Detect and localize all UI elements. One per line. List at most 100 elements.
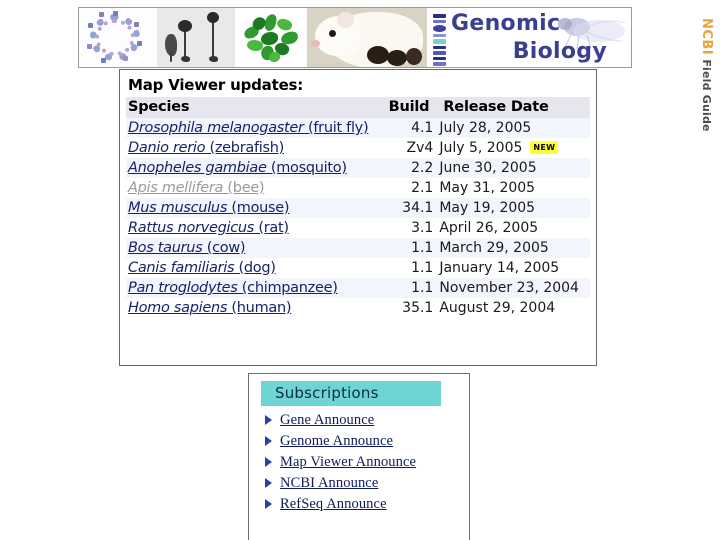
rat-image: [307, 8, 427, 67]
dictyostelium-image: [157, 8, 235, 67]
table-row: Pan troglodytes (chimpanzee) 1.1 November …: [126, 278, 590, 298]
list-item: RefSeq Announce: [265, 496, 461, 512]
species-link[interactable]: Drosophila melanogaster (fruit fly): [128, 120, 369, 136]
species-genus: Anopheles gambiae: [128, 160, 267, 176]
table-header-row: Species Build Release Date: [126, 97, 590, 118]
subscriptions-header: Subscriptions: [261, 381, 441, 406]
species-common-name: (rat): [254, 220, 289, 236]
cell-build: 3.1: [411, 220, 434, 236]
cell-build: Zv4: [406, 140, 434, 156]
species-common-name: (human): [227, 300, 292, 316]
subscriptions-list: Gene Announce Genome Announce Map Viewer A…: [257, 412, 461, 512]
release-date-text: May 31, 2005: [439, 180, 536, 196]
species-common-name: (mosquito): [266, 160, 347, 176]
subscription-link[interactable]: Genome Announce: [280, 433, 393, 450]
column-header-build: Build: [384, 97, 438, 118]
species-genus: Danio rerio: [128, 140, 206, 156]
release-date-text: November 23, 2004: [439, 280, 579, 296]
species-genus: Apis mellifera: [128, 180, 224, 196]
table-row: Bos taurus (cow) 1.1 March 29, 2005: [126, 238, 590, 258]
species-genus: Canis familiaris: [128, 260, 235, 276]
species-common-name: (bee): [223, 180, 265, 196]
cell-release-date: November 23, 2004: [437, 278, 590, 298]
release-date-text: January 14, 2005: [439, 260, 560, 276]
triangle-right-icon: [265, 415, 272, 425]
species-genus: Mus musculus: [128, 200, 228, 216]
species-common-name: (mouse): [227, 200, 290, 216]
cell-build: 2.2: [384, 158, 438, 178]
cell-release-date: August 29, 2004: [437, 298, 590, 318]
species-common-name: (zebrafish): [205, 140, 285, 156]
release-date-text: July 28, 2005: [439, 120, 532, 136]
subscription-link[interactable]: RefSeq Announce: [280, 496, 387, 513]
cell-build: 34.1: [384, 198, 438, 218]
species-link[interactable]: Homo sapiens (human): [128, 300, 292, 316]
table-row: Homo sapiens (human) 35.1 August 29, 2004: [126, 298, 590, 318]
species-link[interactable]: Mus musculus (mouse): [128, 200, 290, 216]
cell-release-date: March 29, 2005: [437, 238, 590, 258]
cell-build: 35.1: [402, 300, 434, 316]
species-common-name: (fruit fly): [303, 120, 369, 136]
table-row: Canis familiaris (dog) 1.1 January 14, 200…: [126, 258, 590, 278]
species-link[interactable]: Canis familiaris (dog): [128, 260, 276, 276]
species-common-name: (cow): [202, 240, 246, 256]
chromosome-ideogram-icon: [433, 14, 446, 67]
cell-species: Canis familiaris (dog): [126, 258, 384, 278]
species-link[interactable]: Bos taurus (cow): [128, 240, 246, 256]
list-item: Gene Announce: [265, 412, 461, 428]
field-guide-label: Field Guide: [700, 59, 713, 132]
release-date-text: June 30, 2005: [439, 160, 537, 176]
triangle-right-icon: [265, 436, 272, 446]
cell-species: Homo sapiens (human): [126, 298, 384, 318]
cell-release-date: July 5, 2005 NEW: [437, 138, 590, 158]
subscription-link[interactable]: Gene Announce: [280, 412, 374, 429]
logo-line-1: Genomic: [451, 11, 561, 36]
genomic-biology-logo: Genomic Biology: [427, 8, 631, 67]
table-row: Drosophila melanogaster (fruit fly) 4.1 Ju…: [126, 118, 590, 138]
cell-species: Apis mellifera (bee): [126, 178, 384, 198]
list-item: Map Viewer Announce: [265, 454, 461, 470]
map-viewer-title: Map Viewer updates:: [128, 76, 304, 94]
new-badge: NEW: [530, 141, 559, 154]
logo-line-2: Biology: [512, 39, 607, 64]
cell-build: 1.1: [411, 260, 434, 276]
cell-species: Anopheles gambiae (mosquito): [126, 158, 385, 178]
table-row: Danio rerio (zebrafish) Zv4 July 5, 2005 NE…: [126, 138, 590, 158]
species-genus: Rattus norvegicus: [128, 220, 255, 236]
subscriptions-panel: Subscriptions Gene Announce Genome Announ…: [248, 373, 470, 540]
column-header-release-date: Release Date: [437, 97, 590, 118]
cell-species: Rattus norvegicus (rat): [126, 218, 384, 238]
species-link[interactable]: Apis mellifera (bee): [128, 180, 265, 196]
page-banner: Genomic Biology: [78, 7, 632, 68]
ncbi-brand-label: NCBI: [699, 18, 714, 56]
species-link[interactable]: Danio rerio (zebrafish): [128, 140, 284, 156]
map-viewer-updates-panel: Map Viewer updates: Species Build Releas…: [119, 69, 597, 366]
cell-release-date: May 19, 2005: [437, 198, 590, 218]
cell-release-date: January 14, 2005: [437, 258, 590, 278]
species-genus: Homo sapiens: [128, 300, 228, 316]
triangle-right-icon: [265, 478, 272, 488]
column-header-species: Species: [126, 97, 385, 118]
table-row: Apis mellifera (bee) 2.1 May 31, 2005: [126, 178, 590, 198]
cell-species: Danio rerio (zebrafish): [126, 138, 384, 158]
table-row: Rattus norvegicus (rat) 3.1 April 26, 2005: [126, 218, 590, 238]
cell-build: 4.1: [384, 118, 438, 138]
list-item: Genome Announce: [265, 433, 461, 449]
species-link[interactable]: Rattus norvegicus (rat): [128, 220, 289, 236]
cell-build: 1.1: [384, 278, 438, 298]
release-date-text: May 19, 2005: [439, 200, 536, 216]
release-date-text: August 29, 2004: [439, 300, 556, 316]
species-genus: Bos taurus: [128, 240, 203, 256]
cell-species: Pan troglodytes (chimpanzee): [126, 278, 385, 298]
subscription-link[interactable]: Map Viewer Announce: [280, 454, 416, 471]
species-link[interactable]: Anopheles gambiae (mosquito): [128, 160, 347, 176]
species-link[interactable]: Pan troglodytes (chimpanzee): [128, 280, 338, 296]
species-genus: Drosophila melanogaster: [128, 120, 304, 136]
cell-build: 2.1: [411, 180, 434, 196]
subscription-link[interactable]: NCBI Announce: [280, 475, 378, 492]
triangle-right-icon: [265, 457, 272, 467]
cell-species: Mus musculus (mouse): [126, 198, 385, 218]
list-item: NCBI Announce: [265, 475, 461, 491]
table-row: Mus musculus (mouse) 34.1 May 19, 2005: [126, 198, 590, 218]
arabidopsis-plant-image: [235, 8, 307, 67]
